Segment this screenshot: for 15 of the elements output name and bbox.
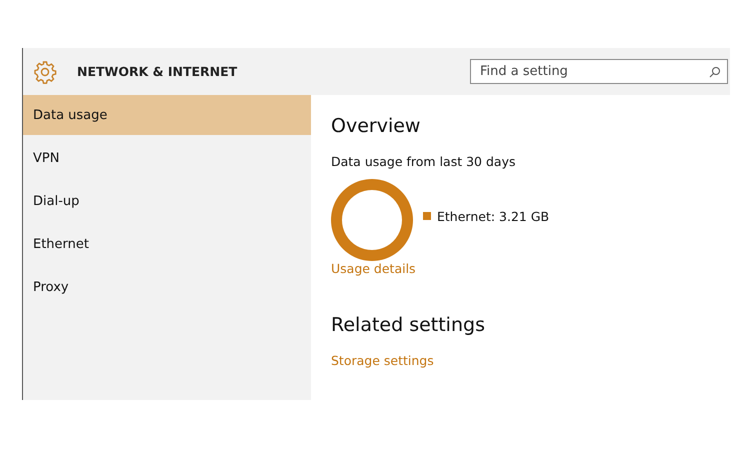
section-heading: Related settings	[331, 314, 485, 336]
search-field[interactable]: Find a setting	[470, 59, 728, 84]
usage-details-link[interactable]: Usage details	[331, 261, 416, 276]
sidebar-item[interactable]: Proxy	[23, 267, 311, 307]
settings-icon	[33, 60, 57, 84]
usage-caption: Data usage from last 30 days	[331, 154, 516, 169]
sidebar-item[interactable]: Dial-up	[23, 181, 311, 221]
sidebar-item[interactable]: Ethernet	[23, 224, 311, 264]
sidebar-item[interactable]: VPN	[23, 138, 311, 178]
page-title: NETWORK & INTERNET	[77, 64, 238, 79]
sidebar-item[interactable]: Data usage	[23, 95, 311, 135]
section-heading: Overview	[331, 115, 420, 137]
settings-link[interactable]: Storage settings	[331, 353, 434, 368]
legend-label: Ethernet: 3.21 GB	[437, 208, 550, 224]
search-icon	[709, 66, 721, 78]
